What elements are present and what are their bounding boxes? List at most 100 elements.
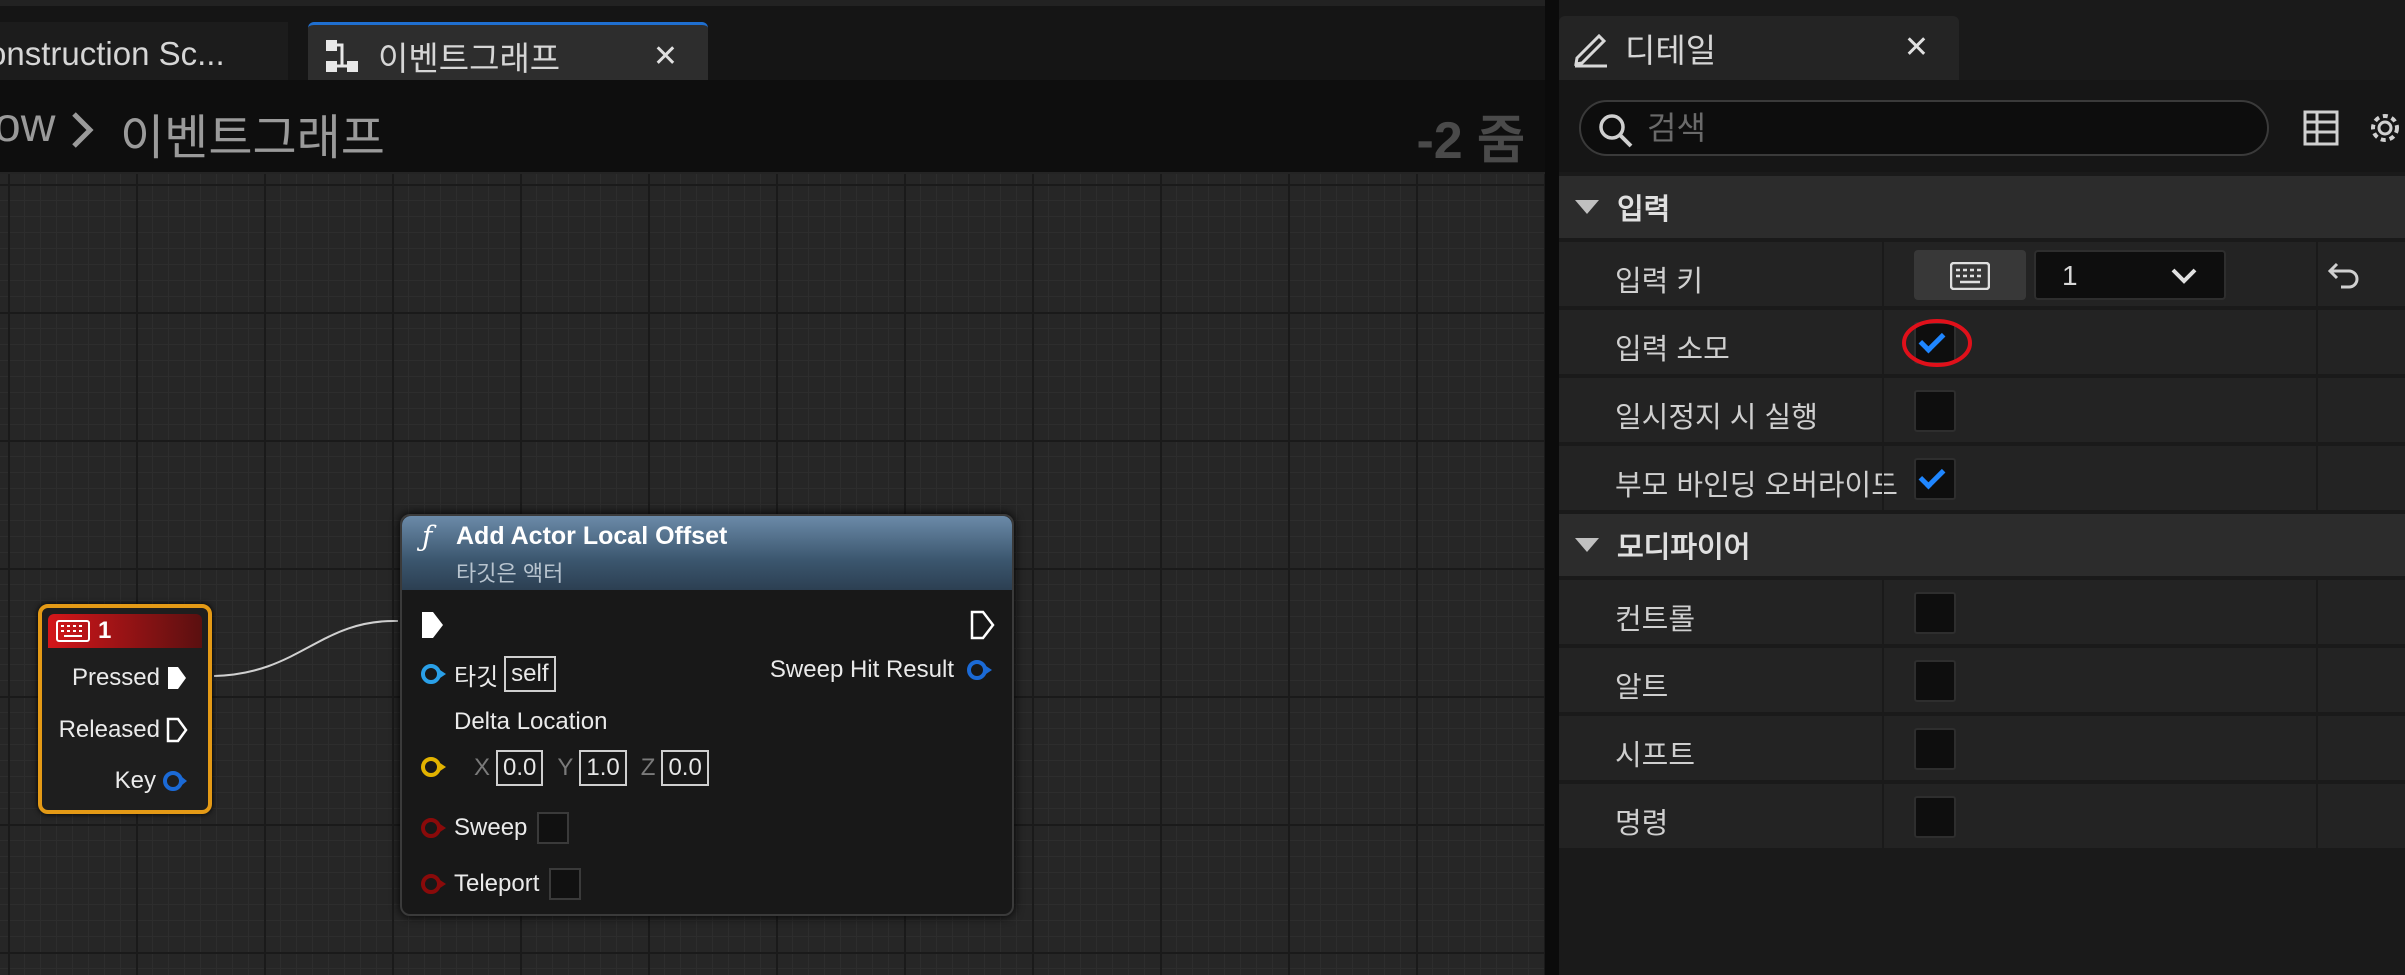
document-tab-bar: onstruction Sc... 이벤트그래프 ✕ bbox=[0, 0, 1545, 86]
object-pin-icon bbox=[421, 664, 446, 684]
pin-target[interactable]: 타깃 self bbox=[420, 656, 556, 692]
section-modifier[interactable]: 모디파이어 bbox=[1559, 514, 2405, 578]
prop-consume-input: 입력 소모 bbox=[1559, 310, 2405, 376]
keyboard-select-button[interactable] bbox=[1914, 250, 2026, 300]
prop-label: 컨트롤 bbox=[1615, 604, 1696, 636]
section-label: 입력 bbox=[1617, 194, 1671, 226]
target-value-field[interactable]: self bbox=[504, 656, 556, 692]
collapse-arrow-icon bbox=[1575, 538, 1599, 552]
prop-ctrl: 컨트롤 bbox=[1559, 580, 2405, 646]
y-label: Y bbox=[557, 754, 574, 781]
collapse-arrow-icon bbox=[1575, 200, 1599, 214]
keyboard-icon bbox=[1950, 262, 1990, 290]
pin-label: Teleport bbox=[454, 870, 540, 897]
shift-checkbox[interactable] bbox=[1914, 728, 1956, 770]
prop-override-parent-binding: 부모 바인딩 오버라이드 bbox=[1559, 446, 2405, 512]
details-search-row bbox=[1559, 80, 2405, 172]
prop-label: 입력 소모 bbox=[1615, 334, 1730, 366]
x-label: X bbox=[474, 754, 491, 781]
search-box[interactable] bbox=[1579, 100, 2269, 156]
breadcrumb: ow 이벤트그래프 -2 줌 bbox=[0, 80, 1545, 174]
tab-label: 이벤트그래프 bbox=[378, 39, 561, 77]
z-value-field[interactable]: 0.0 bbox=[661, 750, 709, 786]
prop-label: 알트 bbox=[1615, 672, 1669, 704]
exec-in-pin-icon[interactable] bbox=[420, 610, 446, 640]
close-icon[interactable]: ✕ bbox=[1904, 30, 1929, 65]
add-actor-local-offset-node[interactable]: ƒ Add Actor Local Offset 타깃은 액터 타깃 self … bbox=[400, 514, 1014, 916]
z-label: Z bbox=[640, 754, 656, 781]
override-parent-binding-checkbox[interactable] bbox=[1914, 458, 1956, 500]
bool-pin-icon bbox=[421, 818, 446, 838]
breadcrumb-parent[interactable]: ow bbox=[0, 98, 55, 153]
zoom-level: -2 줌 bbox=[1416, 112, 1525, 170]
close-icon[interactable]: ✕ bbox=[653, 39, 678, 74]
alt-checkbox[interactable] bbox=[1914, 660, 1956, 702]
prop-label: 시프트 bbox=[1615, 740, 1696, 772]
sweep-checkbox[interactable] bbox=[537, 812, 570, 844]
breadcrumb-current: 이벤트그래프 bbox=[120, 112, 385, 165]
ctrl-checkbox[interactable] bbox=[1914, 592, 1956, 634]
chevron-right-icon bbox=[72, 112, 94, 148]
pin-label: Delta Location bbox=[454, 708, 608, 735]
details-title: 디테일 bbox=[1625, 32, 1717, 69]
pin-label: Sweep Hit Result bbox=[769, 656, 954, 683]
input-key-event-node[interactable]: 1 Pressed Released Key bbox=[38, 604, 212, 814]
graph-icon bbox=[326, 39, 358, 72]
x-value-field[interactable]: 0.0 bbox=[496, 750, 544, 786]
pin-label: Key bbox=[114, 767, 156, 794]
prop-alt: 알트 bbox=[1559, 648, 2405, 714]
details-panel: 디테일 ✕ 입력 입력 키 1 입력 소모 일시정지 시 실행 부모 바인딩 오… bbox=[1559, 0, 2405, 975]
table-icon[interactable] bbox=[2303, 110, 2339, 146]
struct-pin-icon bbox=[163, 771, 187, 791]
tab-details[interactable]: 디테일 ✕ bbox=[1559, 16, 1959, 80]
tab-construction-script[interactable]: onstruction Sc... bbox=[0, 22, 288, 86]
prop-execute-when-paused: 일시정지 시 실행 bbox=[1559, 378, 2405, 444]
prop-shift: 시프트 bbox=[1559, 716, 2405, 782]
pin-sweep-hit-result[interactable]: Sweep Hit Result bbox=[770, 656, 994, 684]
function-icon: ƒ bbox=[422, 520, 433, 553]
pencil-icon bbox=[1574, 33, 1607, 68]
pin-teleport[interactable]: Teleport bbox=[420, 868, 582, 900]
keyboard-icon bbox=[56, 620, 90, 642]
pin-released[interactable]: Released bbox=[59, 716, 188, 744]
section-label: 모디파이어 bbox=[1617, 532, 1751, 564]
prop-label: 입력 키 bbox=[1615, 266, 1704, 298]
exec-pin-icon bbox=[166, 717, 188, 743]
prop-label: 명령 bbox=[1615, 808, 1669, 840]
pin-label: Sweep bbox=[454, 814, 528, 841]
section-input[interactable]: 입력 bbox=[1559, 176, 2405, 240]
dropdown-value: 1 bbox=[2062, 260, 2078, 291]
event-node-title: 1 bbox=[98, 617, 112, 644]
vector-pin-icon bbox=[421, 757, 446, 777]
reset-arrow-icon[interactable] bbox=[2327, 260, 2361, 290]
prop-input-key: 입력 키 1 bbox=[1559, 242, 2405, 308]
bool-pin-icon bbox=[421, 874, 446, 894]
gear-icon[interactable] bbox=[2365, 108, 2405, 148]
struct-pin-icon bbox=[967, 660, 992, 680]
exec-out-pin-icon[interactable] bbox=[970, 610, 996, 640]
pin-pressed[interactable]: Pressed bbox=[72, 664, 188, 692]
tab-label: onstruction Sc... bbox=[0, 35, 225, 72]
prop-label: 일시정지 시 실행 bbox=[1615, 402, 1818, 434]
event-node-header: 1 bbox=[48, 614, 202, 648]
pin-label: Pressed bbox=[71, 664, 160, 691]
command-checkbox[interactable] bbox=[1914, 796, 1956, 838]
y-value-field[interactable]: 1.0 bbox=[579, 750, 627, 786]
tab-event-graph[interactable]: 이벤트그래프 ✕ bbox=[308, 22, 708, 86]
delta-location-fields: X 0.0 Y 1.0 Z 0.0 bbox=[460, 750, 709, 786]
function-node-title: Add Actor Local Offset bbox=[456, 522, 728, 550]
red-highlight-circle bbox=[1902, 319, 1972, 367]
panel-splitter[interactable] bbox=[1545, 0, 1559, 975]
pin-label: 타깃 bbox=[454, 663, 499, 691]
search-input[interactable] bbox=[1647, 108, 2247, 148]
graph-canvas[interactable]: 1 Pressed Released Key ƒ Add Actor Local… bbox=[0, 174, 1545, 975]
input-key-dropdown[interactable]: 1 bbox=[2034, 250, 2226, 300]
execute-when-paused-checkbox[interactable] bbox=[1914, 390, 1956, 432]
teleport-checkbox[interactable] bbox=[549, 868, 582, 900]
function-node-subtitle: 타깃은 액터 bbox=[456, 561, 564, 586]
function-node-header: ƒ Add Actor Local Offset 타깃은 액터 bbox=[402, 516, 1012, 590]
pin-label: Released bbox=[58, 716, 160, 743]
pin-key[interactable]: Key bbox=[115, 767, 188, 795]
pin-sweep[interactable]: Sweep bbox=[420, 812, 570, 844]
chevron-down-icon bbox=[2171, 268, 2197, 284]
